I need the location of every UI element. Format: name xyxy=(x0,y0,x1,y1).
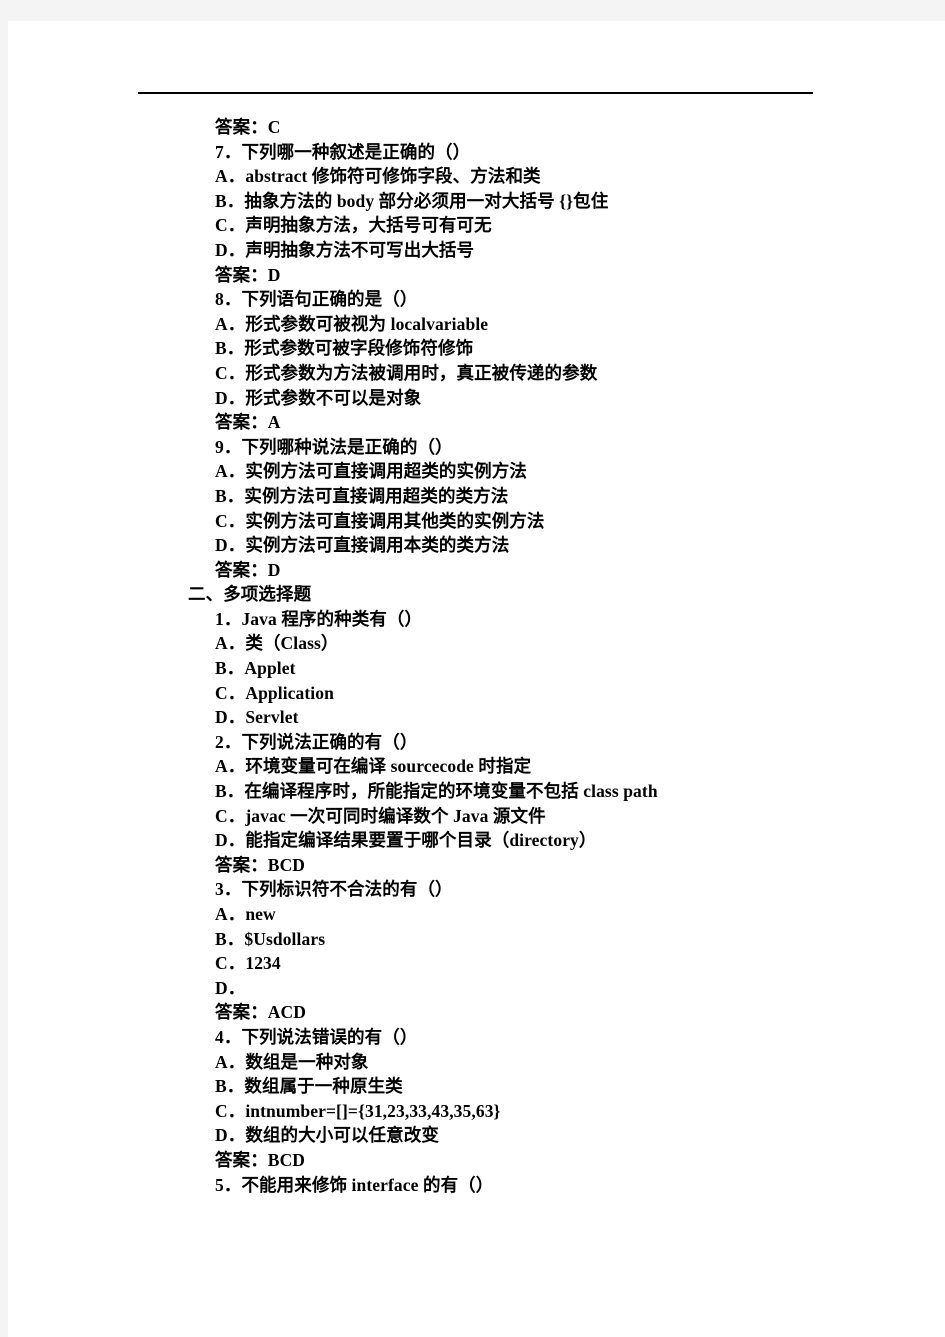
option-line: A．形式参数可被视为 localvariable xyxy=(215,313,489,334)
option-line: D．能指定编译结果要置于哪个目录（directory） xyxy=(215,830,597,851)
answer-line: 答案：C xyxy=(215,117,281,137)
option-line: C．Application xyxy=(215,682,334,703)
section-heading-multiple-choice: 二、多项选择题 xyxy=(188,584,312,605)
answer-line: 答案：D xyxy=(215,559,281,580)
option-line: C．实例方法可直接调用其他类的实例方法 xyxy=(215,510,545,531)
option-line: B．实例方法可直接调用超类的类方法 xyxy=(215,485,509,506)
option-line: A．new xyxy=(215,904,276,924)
question-line: 4．下列说法错误的有（） xyxy=(215,1026,418,1047)
answer-line: 答案：A xyxy=(215,412,281,433)
header-divider-rule xyxy=(138,92,813,94)
option-line: A．abstract 修饰符可修饰字段、方法和类 xyxy=(215,166,541,187)
option-line: D． xyxy=(215,977,246,998)
option-line: D．形式参数不可以是对象 xyxy=(215,387,422,408)
option-line: C．声明抽象方法，大括号可有可无 xyxy=(215,215,492,236)
option-line: D．Servlet xyxy=(215,707,299,728)
option-line: B．$Usdollars xyxy=(215,928,326,949)
document-body: 答案：C 7．下列哪一种叙述是正确的（） A．abstract 修饰符可修饰字段… xyxy=(8,115,945,1197)
document-viewport: 答案：C 7．下列哪一种叙述是正确的（） A．abstract 修饰符可修饰字段… xyxy=(0,0,945,1337)
option-line: C．intnumber=[]={31,23,33,43,35,63} xyxy=(215,1100,501,1121)
answer-line: 答案：D xyxy=(215,264,281,285)
option-line: A．类（Class） xyxy=(215,633,339,654)
option-line: D．实例方法可直接调用本类的类方法 xyxy=(215,535,510,556)
option-line: B．形式参数可被字段修饰符修饰 xyxy=(215,338,474,359)
question-line: 9．下列哪种说法是正确的（） xyxy=(215,436,453,457)
answer-line: 答案：BCD xyxy=(215,1149,306,1170)
question-line: 5．不能用来修饰 interface 的有（） xyxy=(215,1174,494,1195)
page-top-margin-band xyxy=(0,0,945,21)
option-line: C．1234 xyxy=(215,953,281,974)
option-line: A．数组是一种对象 xyxy=(215,1051,369,1072)
question-line: 1．Java 程序的种类有（） xyxy=(215,608,423,629)
answer-line: 答案：BCD xyxy=(215,854,306,875)
option-line: D．数组的大小可以任意改变 xyxy=(215,1125,439,1146)
answer-line: 答案：ACD xyxy=(215,1002,307,1023)
option-line: C．javac 一次可同时编译数个 Java 源文件 xyxy=(215,805,546,826)
option-line: B．抽象方法的 body 部分必须用一对大括号 {}包住 xyxy=(215,190,609,211)
page-left-margin-band xyxy=(0,21,8,1337)
option-line: B．在编译程序时，所能指定的环境变量不包括 class path xyxy=(215,781,658,802)
option-line: B．数组属于一种原生类 xyxy=(215,1076,403,1097)
option-line: B．Applet xyxy=(215,658,296,679)
document-page: 答案：C 7．下列哪一种叙述是正确的（） A．abstract 修饰符可修饰字段… xyxy=(8,21,945,1337)
option-line: A．环境变量可在编译 sourcecode 时指定 xyxy=(215,756,532,777)
question-line: 7．下列哪一种叙述是正确的（） xyxy=(215,141,471,162)
option-line: D．声明抽象方法不可写出大括号 xyxy=(215,239,475,260)
question-line: 3．下列标识符不合法的有（） xyxy=(215,879,453,900)
option-line: A．实例方法可直接调用超类的实例方法 xyxy=(215,461,527,482)
question-line: 2．下列说法正确的有（） xyxy=(215,731,418,752)
option-line: C．形式参数为方法被调用时，真正被传递的参数 xyxy=(215,362,598,383)
question-line: 8．下列语句正确的是（） xyxy=(215,289,418,310)
